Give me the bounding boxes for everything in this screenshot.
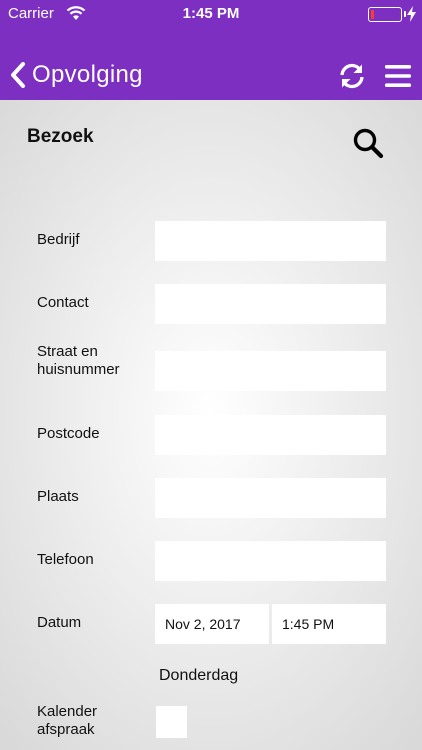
status-time: 1:45 PM [182, 5, 240, 22]
contact-label: Contact [37, 294, 89, 311]
plaats-input[interactable] [155, 478, 386, 518]
search-icon[interactable] [352, 127, 384, 159]
datum-label: Datum [37, 614, 82, 631]
time-picker[interactable]: 1:45 PM [272, 604, 386, 644]
battery-tip [404, 11, 406, 17]
bedrijf-label: Bedrijf [37, 231, 80, 248]
nav-bar: Opvolging [0, 28, 422, 100]
postcode-input[interactable] [155, 415, 386, 455]
charging-bolt-icon [407, 6, 416, 22]
straat-label: Straat en huisnummer [37, 343, 120, 378]
back-button[interactable]: Opvolging [10, 58, 143, 92]
plaats-label: Plaats [37, 488, 79, 505]
postcode-label: Postcode [37, 425, 100, 442]
telefoon-label: Telefoon [37, 551, 94, 568]
bedrijf-input[interactable] [155, 221, 386, 261]
chevron-left-icon [11, 62, 25, 88]
page-title: Bezoek [27, 126, 94, 147]
date-picker[interactable]: Nov 2, 2017 [155, 604, 269, 644]
kalender-afspraak-label: Kalender afspraak [37, 703, 98, 738]
telefoon-input[interactable] [155, 541, 386, 581]
kalender-afspraak-checkbox[interactable] [156, 706, 187, 738]
refresh-icon[interactable] [338, 62, 366, 90]
status-bar: Carrier 1:45 PM [0, 0, 422, 28]
hamburger-menu-icon[interactable] [385, 65, 411, 87]
contact-input[interactable] [155, 284, 386, 324]
weekday-label: Donderdag [159, 667, 239, 684]
straat-input[interactable] [155, 351, 386, 391]
battery-icon [368, 7, 402, 22]
back-button-label: Opvolging [32, 61, 143, 88]
battery-level [371, 10, 374, 19]
